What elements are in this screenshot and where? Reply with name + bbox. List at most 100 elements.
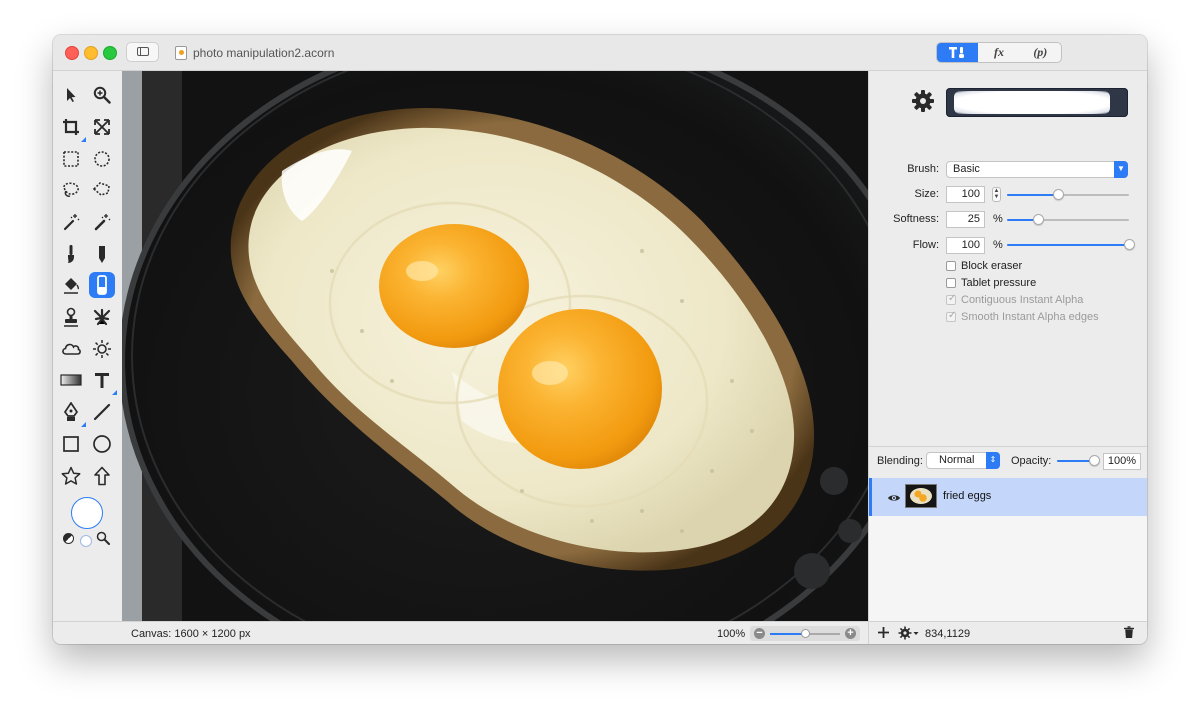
app-window: photo manipulation2.acorn fx (p) Canvas:… (53, 35, 1147, 644)
crop-tool[interactable] (58, 114, 86, 142)
crop-icon (63, 119, 79, 135)
toolbox (53, 71, 122, 621)
submenu-indicator (112, 390, 117, 395)
inspector-segmented-control: fx (p) (936, 42, 1062, 63)
size-field[interactable]: 100 (946, 186, 985, 203)
zoom-slider-fill (770, 633, 805, 635)
cloud-icon (62, 343, 81, 355)
image-canvas[interactable] (122, 71, 868, 621)
zoom-slider-knob[interactable] (800, 629, 810, 638)
swap-colors-icon[interactable] (63, 533, 74, 544)
lasso-icon (63, 182, 79, 197)
pencil-tool[interactable] (89, 241, 115, 267)
brush-select-value: Basic (953, 163, 980, 175)
opacity-field[interactable]: 100% (1103, 453, 1141, 470)
gradient-icon (60, 374, 82, 386)
softness-slider[interactable] (1007, 214, 1129, 225)
background-color-well[interactable] (80, 535, 92, 547)
ellipse-select-tool[interactable] (89, 146, 115, 172)
magic-wand-color-tool[interactable] (89, 209, 115, 235)
pen-tool[interactable] (58, 399, 86, 427)
zoom-in-button[interactable]: + (845, 628, 856, 639)
add-layer-button[interactable] (877, 626, 890, 642)
smudge-tool[interactable] (89, 304, 115, 330)
zoom-control: − + (750, 626, 860, 641)
checkbox-box (946, 310, 956, 322)
select-arrow-icon (67, 88, 76, 102)
toggle-sidebar-button[interactable] (126, 42, 159, 62)
zoom-window-button[interactable] (103, 46, 117, 60)
size-slider[interactable] (1007, 189, 1129, 200)
clone-stamp-icon (64, 307, 78, 327)
polygon-lasso-tool[interactable] (89, 177, 115, 203)
zoom-out-button[interactable]: − (754, 628, 765, 639)
paint-bucket-icon (64, 278, 80, 294)
checkbox-box[interactable] (946, 278, 956, 288)
sun-tool[interactable] (89, 336, 115, 362)
softness-field[interactable]: 25 (946, 211, 985, 228)
eraser-tool[interactable] (89, 272, 115, 298)
brush-settings-gear-button[interactable] (911, 89, 935, 113)
rect-select-icon (63, 151, 79, 167)
pen-icon (63, 402, 79, 421)
size-slider-knob[interactable] (1053, 189, 1065, 200)
foreground-color-well[interactable] (71, 497, 103, 529)
line-tool[interactable] (89, 399, 115, 425)
cloud-tool[interactable] (58, 336, 84, 362)
minimize-window-button[interactable] (84, 46, 98, 60)
softness-label: Softness: (893, 213, 939, 225)
oval-tool[interactable] (89, 431, 115, 457)
lasso-tool[interactable] (58, 177, 84, 203)
flow-label: Flow: (912, 239, 939, 251)
magic-wand-color-icon (94, 214, 111, 231)
brush-select[interactable]: Basic ▼ (946, 161, 1128, 178)
arrow-tool[interactable] (89, 463, 115, 489)
softness-slider-knob[interactable] (1032, 214, 1044, 225)
opacity-slider[interactable] (1057, 455, 1100, 466)
rect-select-tool[interactable] (58, 146, 84, 172)
layer-row[interactable]: fried eggs (869, 478, 1147, 516)
presets-tab[interactable]: (p) (1020, 43, 1061, 62)
checkbox-box (946, 293, 956, 305)
blending-mode-value: Normal (939, 454, 975, 466)
text-icon (95, 373, 109, 388)
transform-tool[interactable] (89, 114, 115, 140)
rectangle-tool[interactable] (58, 431, 84, 457)
softness-unit: % (993, 213, 1003, 225)
color-picker-tool[interactable] (96, 531, 110, 548)
smooth-instant-alpha-edges-label: Smooth Instant Alpha edges (961, 311, 1099, 323)
submenu-indicator (81, 422, 86, 427)
zoom-icon (93, 86, 111, 104)
canvas-size-label: Canvas: 1600 × 1200 px (131, 628, 251, 640)
brush-tool[interactable] (58, 241, 84, 267)
clone-stamp-tool[interactable] (58, 304, 84, 330)
blending-mode-select[interactable]: Normal ⇕ (926, 452, 1000, 469)
flow-slider[interactable] (1007, 239, 1135, 250)
eye-icon[interactable] (887, 491, 901, 505)
text-tool[interactable] (89, 367, 117, 395)
brush-icon (68, 245, 74, 263)
close-window-button[interactable] (65, 46, 79, 60)
star-tool[interactable] (58, 463, 84, 489)
select-arrow-tool[interactable] (58, 82, 84, 108)
delete-layer-button[interactable] (1123, 626, 1135, 642)
sun-icon (93, 340, 111, 358)
tool-palette-tab[interactable] (937, 43, 979, 62)
zoom-tool[interactable] (89, 82, 115, 108)
paint-bucket-tool[interactable] (58, 272, 84, 298)
layer-actions-button[interactable] (898, 626, 920, 643)
opacity-slider-knob[interactable] (1089, 455, 1100, 466)
tablet-pressure-label: Tablet pressure (961, 277, 1037, 289)
layers-list: fried eggs (869, 478, 1147, 621)
polygon-lasso-icon (92, 182, 110, 196)
size-stepper[interactable]: ▲ ▼ (992, 187, 1001, 202)
checkbox-box[interactable] (946, 261, 956, 271)
flow-field[interactable]: 100 (946, 237, 985, 254)
magic-wand-tool[interactable] (58, 209, 84, 235)
filters-tab[interactable]: fx (978, 43, 1019, 62)
flow-slider-knob[interactable] (1124, 239, 1135, 250)
gradient-tool[interactable] (58, 367, 84, 393)
blending-label: Blending: (877, 455, 923, 467)
size-slider-fill (1007, 194, 1059, 196)
magic-wand-icon (63, 214, 80, 231)
